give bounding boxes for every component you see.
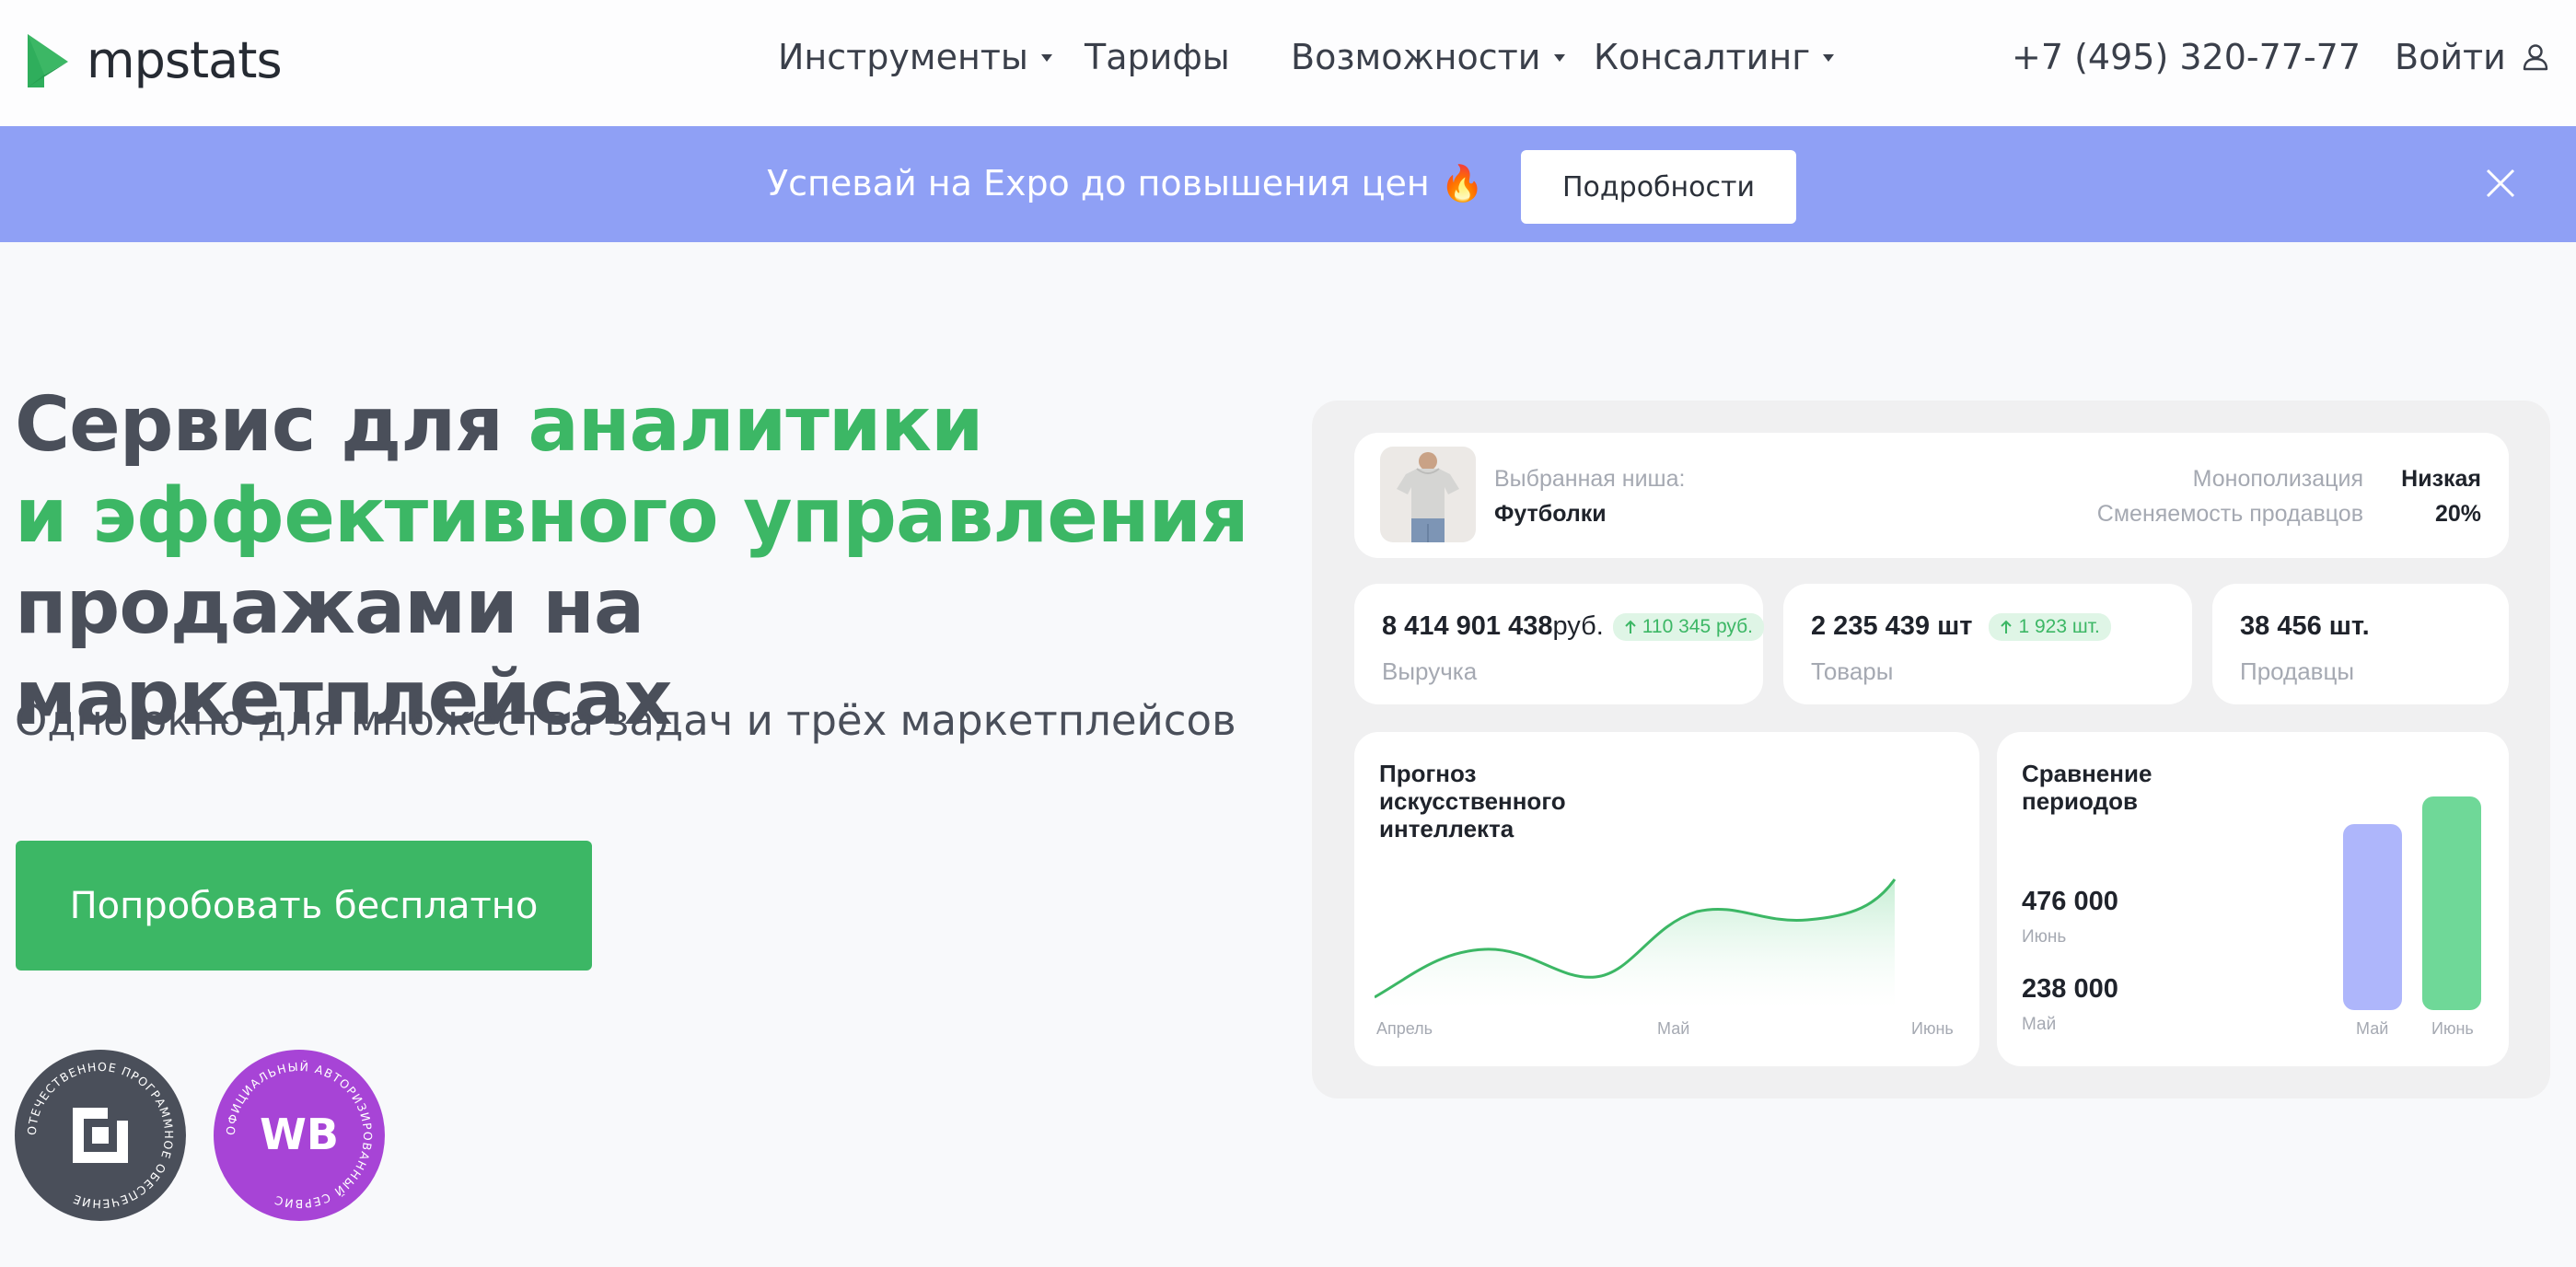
niche-value: Футболки [1494,501,1607,527]
monopoly-label: Монополизация [2192,466,2363,492]
logo[interactable]: mpstats [28,31,283,89]
bar-label-june: Июнь [2431,1019,2474,1038]
comparison-label-may: Май [2022,1015,2057,1034]
period-comparison-title: Сравнение периодов [2022,760,2152,815]
forecast-x-label-june: Июнь [1911,1019,1954,1038]
logo-icon [28,33,68,87]
hero-title-accent2: и эффективного управления [15,472,1249,560]
monopoly-value: Низкая [2401,466,2481,492]
products-value: 2 235 439 шт [1811,611,1973,641]
revenue-delta-badge: 110 345 руб. [1612,612,1764,641]
tshirt-image [1380,447,1476,542]
products-value-row: 2 235 439 шт 1 923 шт. [1811,611,2111,642]
seller-turnover-label: Сменяемость продавцов [2096,501,2363,527]
phone-number: +7 (495) 320-77-77 [2012,37,2361,77]
ai-forecast-title: Прогноз искусственного интеллекта [1379,760,1566,843]
nav-consulting-label: Консалтинг [1594,37,1811,77]
try-free-button[interactable]: Попробовать бесплатно [16,841,592,971]
forecast-x-label-may: Май [1657,1019,1690,1038]
nav-tariffs-label: Тарифы [1085,37,1230,77]
ai-forecast-card: Прогноз искусственного интеллекта Апрель… [1354,732,1979,1066]
promo-banner: Успевай на Expo до повышения цен 🔥 Подро… [0,126,2576,242]
nav-consulting[interactable]: Консалтинг [1594,37,1835,77]
bar-june [2422,796,2481,1010]
caret-down-icon [1553,54,1565,62]
nav-instruments[interactable]: Инструменты [778,37,1052,77]
promo-text: Успевай на Expo до повышения цен 🔥 [767,163,1485,203]
forecast-x-label-april: Апрель [1376,1019,1433,1038]
hero-title-part1: Сервис для [15,381,528,469]
nav-features[interactable]: Возможности [1291,37,1565,77]
brand-name: mpstats [87,31,283,89]
bar-may [2343,824,2402,1010]
period-comparison-card: Сравнение периодов 476 000 Июнь 238 000 … [1997,732,2509,1066]
sellers-card: 38 456 шт. Продавцы [2212,584,2509,704]
hero-title: Сервис для аналитики и эффективного упра… [15,379,1285,744]
revenue-card: 8 414 901 438 руб. 110 345 руб. Выручка [1354,584,1764,704]
comparison-value-may: 238 000 [2022,974,2118,1004]
login-button[interactable]: Войти [2395,37,2548,77]
sellers-value-row: 38 456 шт. [2240,611,2370,642]
comparison-label-june: Июнь [2022,927,2067,947]
seller-turnover-value: 20% [2434,501,2481,527]
comparison-value-june: 476 000 [2022,887,2118,916]
niche-label: Выбранная ниша: [1494,466,1686,492]
nav-features-label: Возможности [1291,37,1541,77]
sellers-value: 38 456 шт. [2240,611,2370,641]
products-delta: 1 923 шт. [2018,615,2100,637]
user-icon [2523,44,2548,71]
nav-instruments-label: Инструменты [778,37,1028,77]
login-label: Войти [2395,37,2506,77]
revenue-value: 8 414 901 438 [1382,611,1553,641]
promo-details-button[interactable]: Подробности [1521,150,1796,224]
products-label: Товары [1811,657,1894,685]
revenue-delta: 110 345 руб. [1642,615,1753,637]
forecast-area-chart [1375,878,1897,1008]
phone-link[interactable]: +7 (495) 320-77-77 [2012,37,2361,77]
products-delta-badge: 1 923 шт. [1989,612,2111,641]
wb-logo-text: WB [260,1110,339,1159]
revenue-unit: руб. [1552,611,1604,641]
revenue-value-row: 8 414 901 438 руб. 110 345 руб. [1382,611,1764,642]
products-card: 2 235 439 шт 1 923 шт. Товары [1783,584,2192,704]
dashboard-preview: Выбранная ниша: Футболки Монополизация Н… [1312,401,2550,1098]
domestic-software-badge: ОТЕЧЕСТВЕННОЕ ПРОГРАММНОЕ ОБЕСПЕЧЕНИЕ [15,1050,186,1221]
hero-title-accent1: аналитики [528,381,983,469]
arrow-up-icon [1625,620,1636,634]
niche-card: Выбранная ниша: Футболки Монополизация Н… [1354,433,2509,558]
wb-authorized-badge: ОФИЦИАЛЬНЫЙ АВТОРИЗИРОВАННЫЙ СЕРВИС WB [214,1050,385,1221]
bar-label-may: Май [2356,1019,2389,1038]
sellers-label: Продавцы [2240,657,2355,685]
arrow-up-icon [2001,620,2013,634]
hero-subtitle: Одно окно для множества задач и трёх мар… [15,696,1236,745]
revenue-label: Выручка [1382,657,1478,685]
caret-down-icon [1823,54,1835,62]
nav-tariffs[interactable]: Тарифы [1085,37,1230,77]
close-icon[interactable] [2482,165,2519,202]
caret-down-icon [1040,54,1052,62]
top-navigation: mpstats Инструменты Тарифы Возможности К… [0,0,2576,126]
